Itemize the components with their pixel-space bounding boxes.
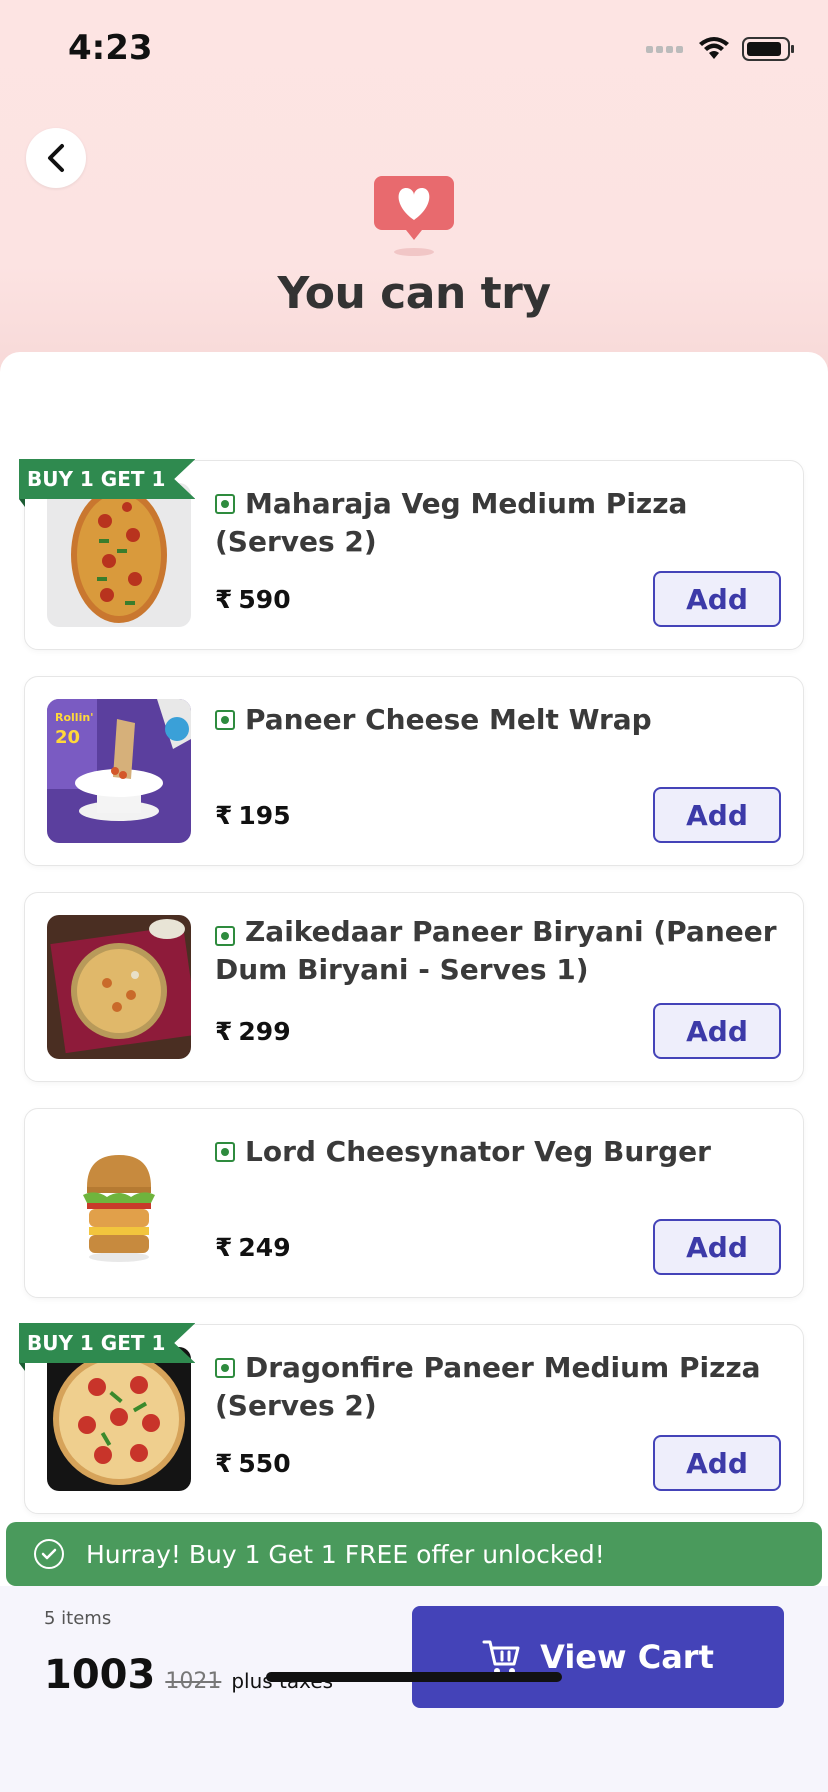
item-card[interactable]: Zaikedaar Paneer Biryani (Paneer Dum Bir… xyxy=(24,892,804,1082)
item-card[interactable]: Dragonfire Paneer Medium Pizza (Serves 2… xyxy=(19,1323,804,1514)
rupee-icon: ₹ xyxy=(215,801,233,830)
item-name: Maharaja Veg Medium Pizza (Serves 2) xyxy=(215,487,688,558)
view-cart-label: View Cart xyxy=(540,1638,714,1676)
item-name: Paneer Cheese Melt Wrap xyxy=(245,703,652,736)
item-price: ₹ 299 xyxy=(215,1017,291,1046)
rupee-icon: ₹ xyxy=(215,1233,233,1262)
cart-icon xyxy=(482,1640,520,1674)
cart-total: 1003 xyxy=(44,1652,156,1698)
svg-text:Rollin': Rollin' xyxy=(55,711,94,724)
item-card[interactable]: Rollin' 20 Paneer Cheese Melt Wrap ₹ 195… xyxy=(24,676,804,866)
add-button[interactable]: Add xyxy=(653,571,781,627)
item-image-pizza xyxy=(47,483,191,627)
ribbon-fold xyxy=(19,1363,25,1371)
item-image-biryani xyxy=(47,915,191,1059)
offer-ribbon: BUY 1 GET 1 xyxy=(19,459,196,499)
svg-text:20: 20 xyxy=(55,727,80,748)
items-count: 5 items xyxy=(44,1608,112,1629)
item-price: ₹ 195 xyxy=(215,801,291,830)
battery-icon xyxy=(742,37,794,61)
item-price: ₹ 550 xyxy=(215,1449,291,1478)
item-name: Zaikedaar Paneer Biryani (Paneer Dum Bir… xyxy=(215,915,777,986)
original-total: 1021 xyxy=(165,1669,222,1694)
item-card[interactable]: Maharaja Veg Medium Pizza (Serves 2) ₹ 5… xyxy=(19,459,804,650)
status-icons xyxy=(646,36,796,62)
rupee-icon: ₹ xyxy=(215,1017,233,1046)
cart-footer: 5 items 1003 1021 plus taxes View Cart xyxy=(0,1586,828,1792)
add-button[interactable]: Add xyxy=(653,1003,781,1059)
item-card[interactable]: Lord Cheesynator Veg Burger ₹ 249 Add xyxy=(24,1108,804,1298)
item-price: ₹ 590 xyxy=(215,585,291,614)
offer-ribbon: BUY 1 GET 1 xyxy=(19,1323,196,1363)
check-icon xyxy=(34,1539,64,1569)
header: 4:23 You can try xyxy=(0,0,828,380)
wifi-icon xyxy=(699,37,729,59)
toast-message: Hurray! Buy 1 Get 1 FREE offer unlocked! xyxy=(86,1539,605,1569)
status-time: 4:23 xyxy=(68,28,153,68)
item-price: ₹ 249 xyxy=(215,1233,291,1262)
rupee-icon: ₹ xyxy=(215,585,233,614)
back-button[interactable] xyxy=(26,128,86,188)
add-button[interactable]: Add xyxy=(653,1435,781,1491)
page-title: You can try xyxy=(277,268,551,319)
view-cart-button[interactable]: View Cart xyxy=(412,1606,784,1708)
ribbon-fold xyxy=(19,499,25,507)
chevron-left-icon xyxy=(48,144,64,172)
item-name: Lord Cheesynator Veg Burger xyxy=(245,1135,711,1168)
item-image-pizza xyxy=(47,1347,191,1491)
rupee-icon: ₹ xyxy=(215,1449,233,1478)
offer-toast: Hurray! Buy 1 Get 1 FREE offer unlocked! xyxy=(6,1522,822,1586)
signal-icon xyxy=(646,46,683,53)
add-button[interactable]: Add xyxy=(653,787,781,843)
heart-chat-icon xyxy=(374,176,454,256)
item-image-burger xyxy=(47,1131,191,1275)
home-indicator xyxy=(266,1672,562,1682)
add-button[interactable]: Add xyxy=(653,1219,781,1275)
item-image-wrap: Rollin' 20 xyxy=(47,699,191,843)
item-name: Dragonfire Paneer Medium Pizza (Serves 2… xyxy=(215,1351,761,1422)
